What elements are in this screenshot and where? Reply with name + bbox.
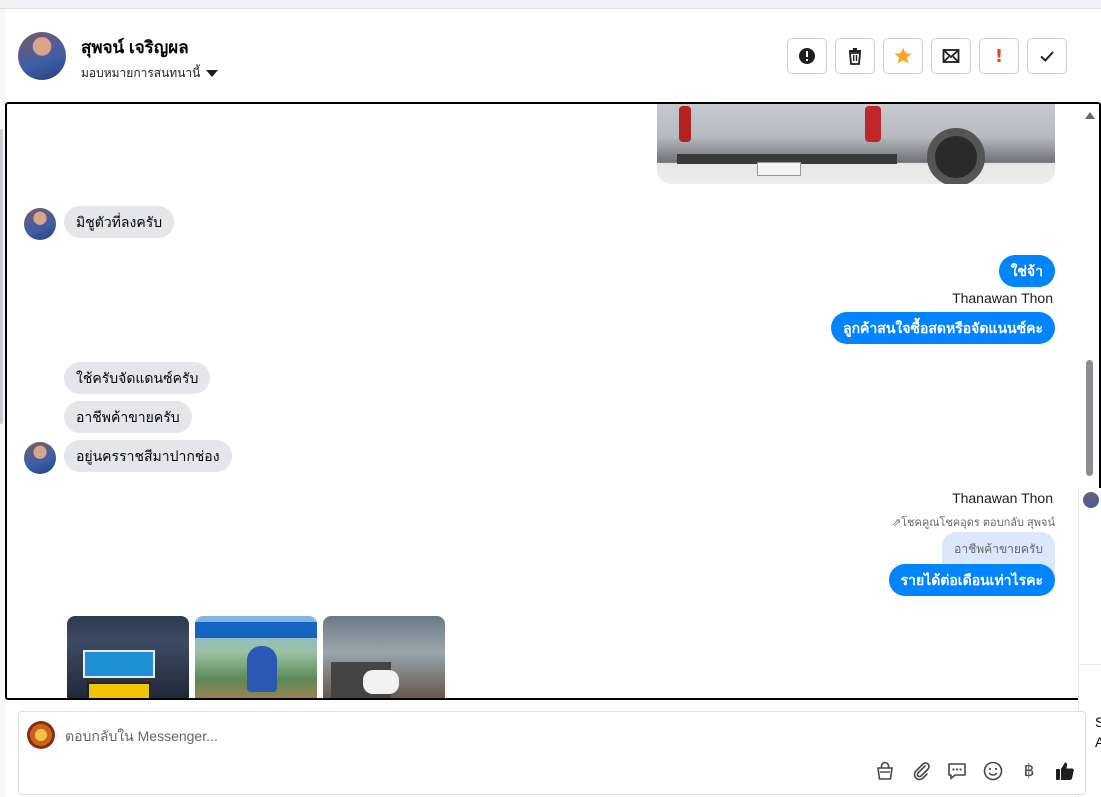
outgoing-message[interactable]: รายได้ต่อเดือนเท่าไรคะ — [888, 564, 1055, 596]
exclamation-icon: ! — [994, 45, 1004, 67]
side-panel-text: A — [1095, 734, 1101, 750]
report-spam-button[interactable] — [787, 38, 827, 74]
photo-detail — [679, 106, 691, 142]
thumbs-up-icon — [1056, 762, 1074, 780]
star-button[interactable] — [883, 38, 923, 74]
photo-detail — [87, 682, 151, 698]
payment-button[interactable]: ฿ — [1017, 759, 1041, 783]
bag-icon — [877, 761, 893, 780]
photo-detail — [83, 650, 155, 678]
assign-conversation-dropdown[interactable]: มอบหมายการสนทนานี้ — [81, 64, 219, 83]
left-edge-mark — [0, 129, 3, 424]
like-button[interactable] — [1053, 759, 1077, 783]
attach-button[interactable] — [909, 759, 933, 783]
photo-thumbnail[interactable] — [195, 616, 317, 698]
contact-avatar[interactable] — [18, 32, 66, 80]
photo-thumbnail[interactable] — [323, 616, 445, 698]
saved-replies-button[interactable] — [945, 759, 969, 783]
reply-note: ⇗โชคคูณโชคอุดร ตอบกลับ สุพจน์ — [891, 517, 1055, 529]
mark-unread-button[interactable] — [931, 38, 971, 74]
reply-composer: ฿ — [18, 711, 1086, 795]
side-panel-text: S — [1095, 714, 1101, 730]
contact-avatar-small[interactable] — [24, 208, 56, 240]
mark-important-button[interactable]: ! — [979, 38, 1019, 74]
photo-detail — [363, 670, 399, 694]
reply-input[interactable] — [65, 724, 765, 748]
scrollbar-thumb[interactable] — [1086, 360, 1093, 476]
incoming-message[interactable]: ใช้ครับจัดแดนซ์ครับ — [64, 362, 211, 394]
divider — [1079, 664, 1101, 665]
mini-avatar[interactable] — [1083, 492, 1099, 508]
photo-detail — [195, 622, 317, 638]
envelope-icon — [942, 49, 960, 63]
photo-detail — [865, 106, 881, 142]
alert-circle-icon — [799, 48, 815, 64]
paperclip-icon — [913, 762, 930, 781]
sender-name: Thanawan Thon — [952, 290, 1053, 306]
photo-thumbnail[interactable] — [67, 616, 189, 698]
photo-detail — [757, 162, 801, 176]
sender-name: Thanawan Thon — [952, 490, 1053, 506]
photo-detail — [247, 646, 277, 692]
composer-tools: ฿ — [873, 759, 1077, 783]
outgoing-message[interactable]: ลูกค้าสนใจซื้อสดหรือจัดแนนซ์คะ — [831, 312, 1055, 344]
reply-note-text: โชคคูณโชคอุดร ตอบกลับ สุพจน์ — [901, 517, 1055, 529]
baht-icon: ฿ — [1023, 761, 1035, 781]
chat-bubble-icon — [948, 763, 966, 780]
incoming-message[interactable]: อยู่นครราชสีมาปากช่อง — [64, 440, 232, 472]
contact-name[interactable]: สุพจน์ เจริญผล — [81, 34, 189, 61]
mark-done-button[interactable] — [1027, 38, 1067, 74]
incoming-message[interactable]: อาชีพค้าขายครับ — [64, 401, 192, 433]
conversation-header: สุพจน์ เจริญผล มอบหมายการสนทนานี้ ! — [6, 10, 1101, 102]
emoji-icon — [983, 761, 1003, 781]
message-thread[interactable]: มิชูตัวที่ลงครับ ใช่จ้า Thanawan Thon ลู… — [5, 102, 1101, 700]
shared-photos — [67, 616, 445, 698]
assign-label: มอบหมายการสนทนานี้ — [81, 66, 201, 80]
shop-button[interactable] — [873, 759, 897, 783]
star-icon — [894, 47, 912, 64]
photo-detail — [927, 128, 985, 184]
top-strip — [0, 0, 1101, 9]
incoming-message[interactable]: มิชูตัวที่ลงครับ — [64, 206, 175, 238]
emoji-button[interactable] — [981, 759, 1005, 783]
chevron-down-icon — [206, 70, 219, 77]
outgoing-message[interactable]: ใช่จ้า — [998, 255, 1055, 287]
check-icon — [1040, 51, 1054, 62]
page-avatar — [27, 721, 55, 749]
trash-icon — [849, 48, 861, 65]
shared-photo-pickup-truck[interactable] — [657, 104, 1055, 184]
delete-button[interactable] — [835, 38, 875, 74]
contact-avatar-small[interactable] — [24, 442, 56, 474]
scroll-up-arrow-icon[interactable] — [1085, 112, 1095, 119]
conversation-toolbar: ! — [787, 38, 1067, 74]
